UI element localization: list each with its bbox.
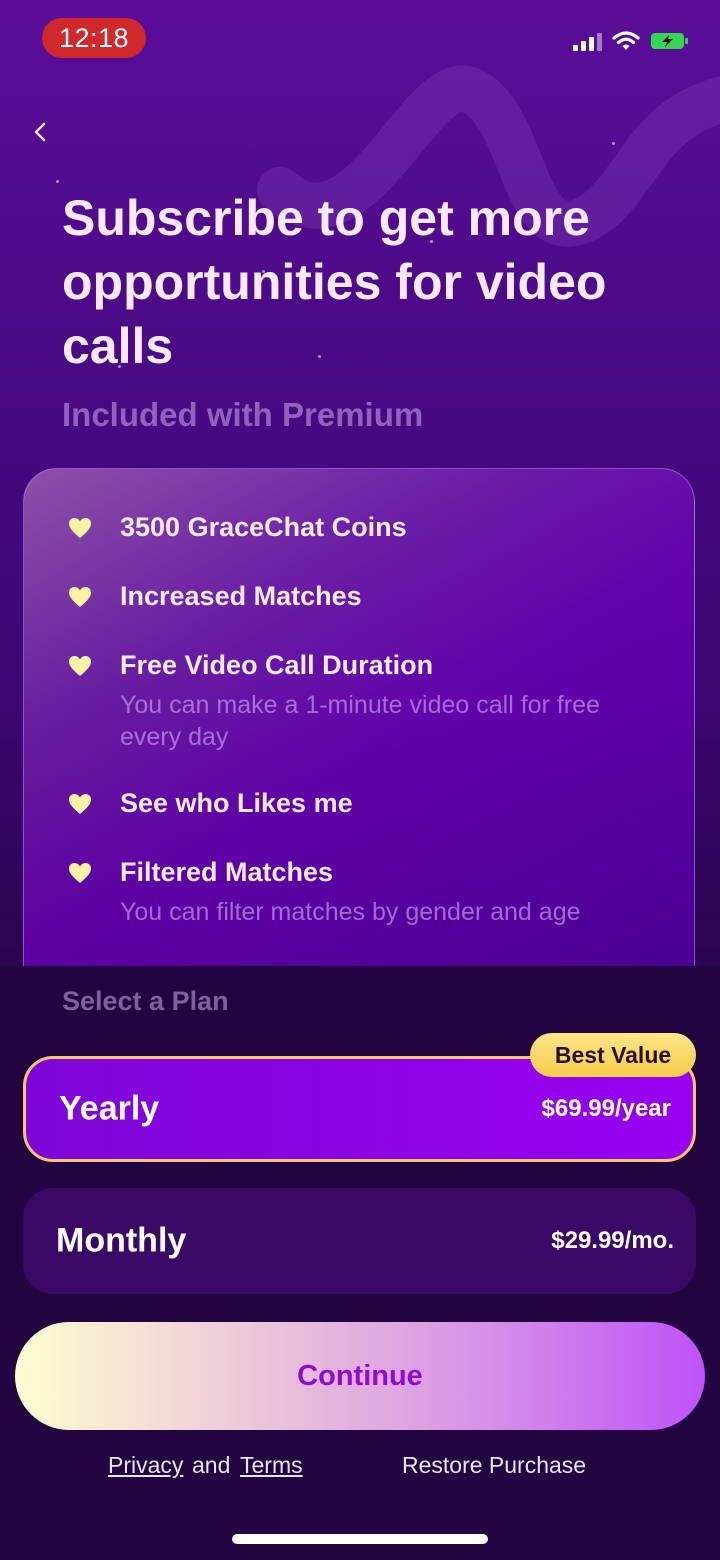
terms-link[interactable]: Terms: [240, 1448, 303, 1482]
home-indicator: [232, 1534, 488, 1544]
privacy-link[interactable]: Privacy: [108, 1448, 183, 1482]
battery-charging-icon: [651, 33, 688, 49]
restore-purchase-link[interactable]: Restore Purchase: [402, 1448, 586, 1482]
plan-heading: Select a Plan: [62, 986, 229, 1016]
feature-title: Filtered Matches: [120, 857, 334, 887]
star-decoration: [56, 180, 59, 183]
subscription-screen: 12:18 Subscribe to get more opportunitie…: [0, 0, 720, 1560]
plan-price: $29.99/mo.: [551, 1227, 674, 1254]
heart-icon: [69, 587, 91, 607]
heart-icon: [69, 656, 91, 676]
feature-title: Free Video Call Duration: [120, 650, 434, 680]
status-time: 12:18: [42, 18, 146, 58]
heart-icon: [69, 794, 91, 814]
wifi-icon: [612, 31, 640, 50]
feature-description: You can filter matches by gender and age: [120, 898, 581, 926]
page-subtitle: Included with Premium: [62, 396, 424, 433]
star-decoration: [612, 142, 615, 145]
status-icons: [573, 30, 690, 52]
continue-button[interactable]: Continue: [15, 1322, 705, 1430]
feature-description: You can make a 1-minute video call for f…: [120, 691, 600, 751]
plan-name: Yearly: [59, 1089, 160, 1128]
footer-and-text: and: [192, 1452, 231, 1478]
heart-icon: [69, 518, 91, 538]
feature-title: Increased Matches: [120, 581, 362, 611]
premium-features-list: 3500 GraceChat Coins Increased Matches F…: [23, 468, 695, 968]
best-value-badge: Best Value: [530, 1033, 696, 1077]
page-title: Subscribe to get more opportunities for …: [62, 190, 607, 374]
plan-option-monthly[interactable]: Monthly $29.99/mo.: [23, 1188, 696, 1294]
back-button[interactable]: [24, 112, 56, 152]
feature-title: See who Likes me: [120, 788, 353, 818]
plan-price: $69.99/year: [541, 1095, 671, 1122]
chevron-left-icon: [34, 122, 46, 142]
heart-icon: [69, 863, 91, 883]
plan-name: Monthly: [56, 1221, 187, 1260]
feature-title: 3500 GraceChat Coins: [120, 512, 407, 542]
signal-icon: [573, 31, 602, 51]
